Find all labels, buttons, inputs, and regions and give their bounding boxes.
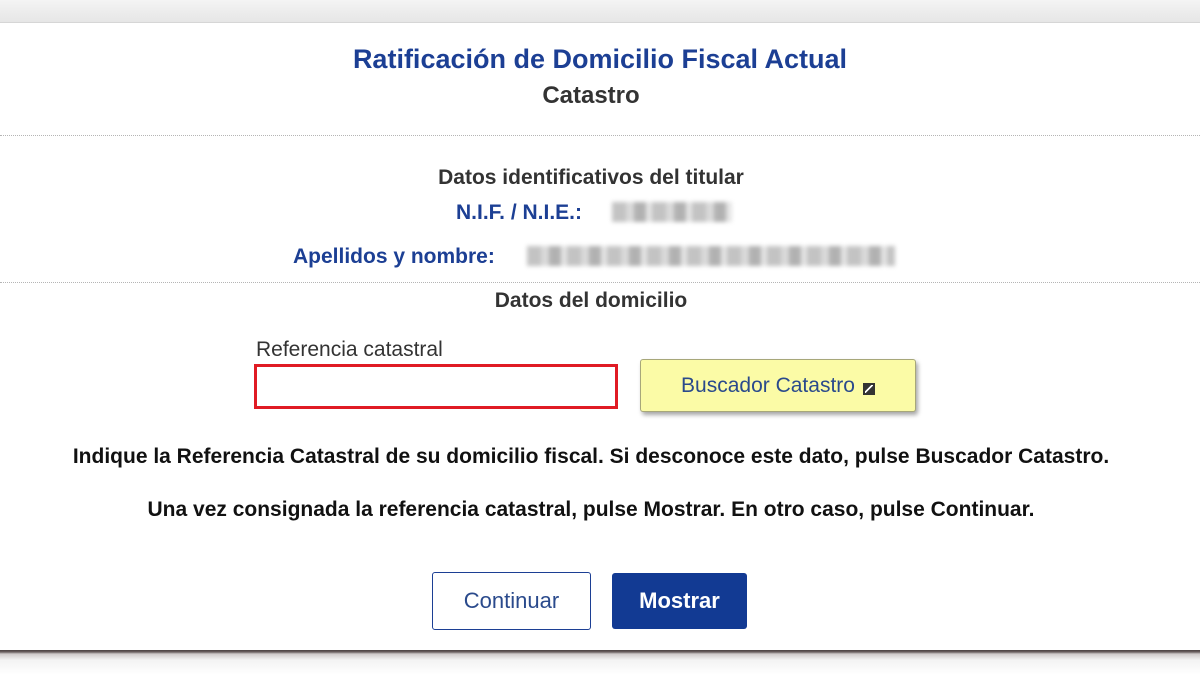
titular-heading: Datos identificativos del titular: [438, 166, 744, 189]
domicilio-heading: Datos del domicilio: [494, 289, 688, 312]
buscador-catastro-label: Buscador Catastro: [681, 373, 855, 397]
instruction-line-2: Una vez consignada la referencia catastr…: [147, 498, 1035, 521]
name-value-redacted: [527, 246, 895, 266]
divider-top: [0, 135, 1200, 136]
buscador-catastro-button[interactable]: Buscador Catastro: [640, 359, 916, 412]
bottom-shadow: [0, 650, 1200, 675]
page-title: Ratificación de Domicilio Fiscal Actual: [352, 44, 848, 74]
external-link-icon: [862, 382, 875, 395]
divider-middle: [0, 282, 1200, 283]
continuar-button[interactable]: Continuar: [432, 572, 591, 630]
form-panel: [0, 24, 1200, 650]
mostrar-button[interactable]: Mostrar: [612, 573, 747, 629]
nif-label: N.I.F. / N.I.E.:: [456, 201, 583, 224]
top-band: [0, 0, 1200, 23]
nif-value-redacted: [612, 202, 732, 222]
ref-catastral-label: Referencia catastral: [256, 338, 443, 361]
name-label: Apellidos y nombre:: [293, 245, 495, 268]
instruction-line-1: Indique la Referencia Catastral de su do…: [72, 445, 1110, 468]
page-subtitle: Catastro: [542, 82, 640, 109]
ref-catastral-input[interactable]: [254, 364, 618, 409]
